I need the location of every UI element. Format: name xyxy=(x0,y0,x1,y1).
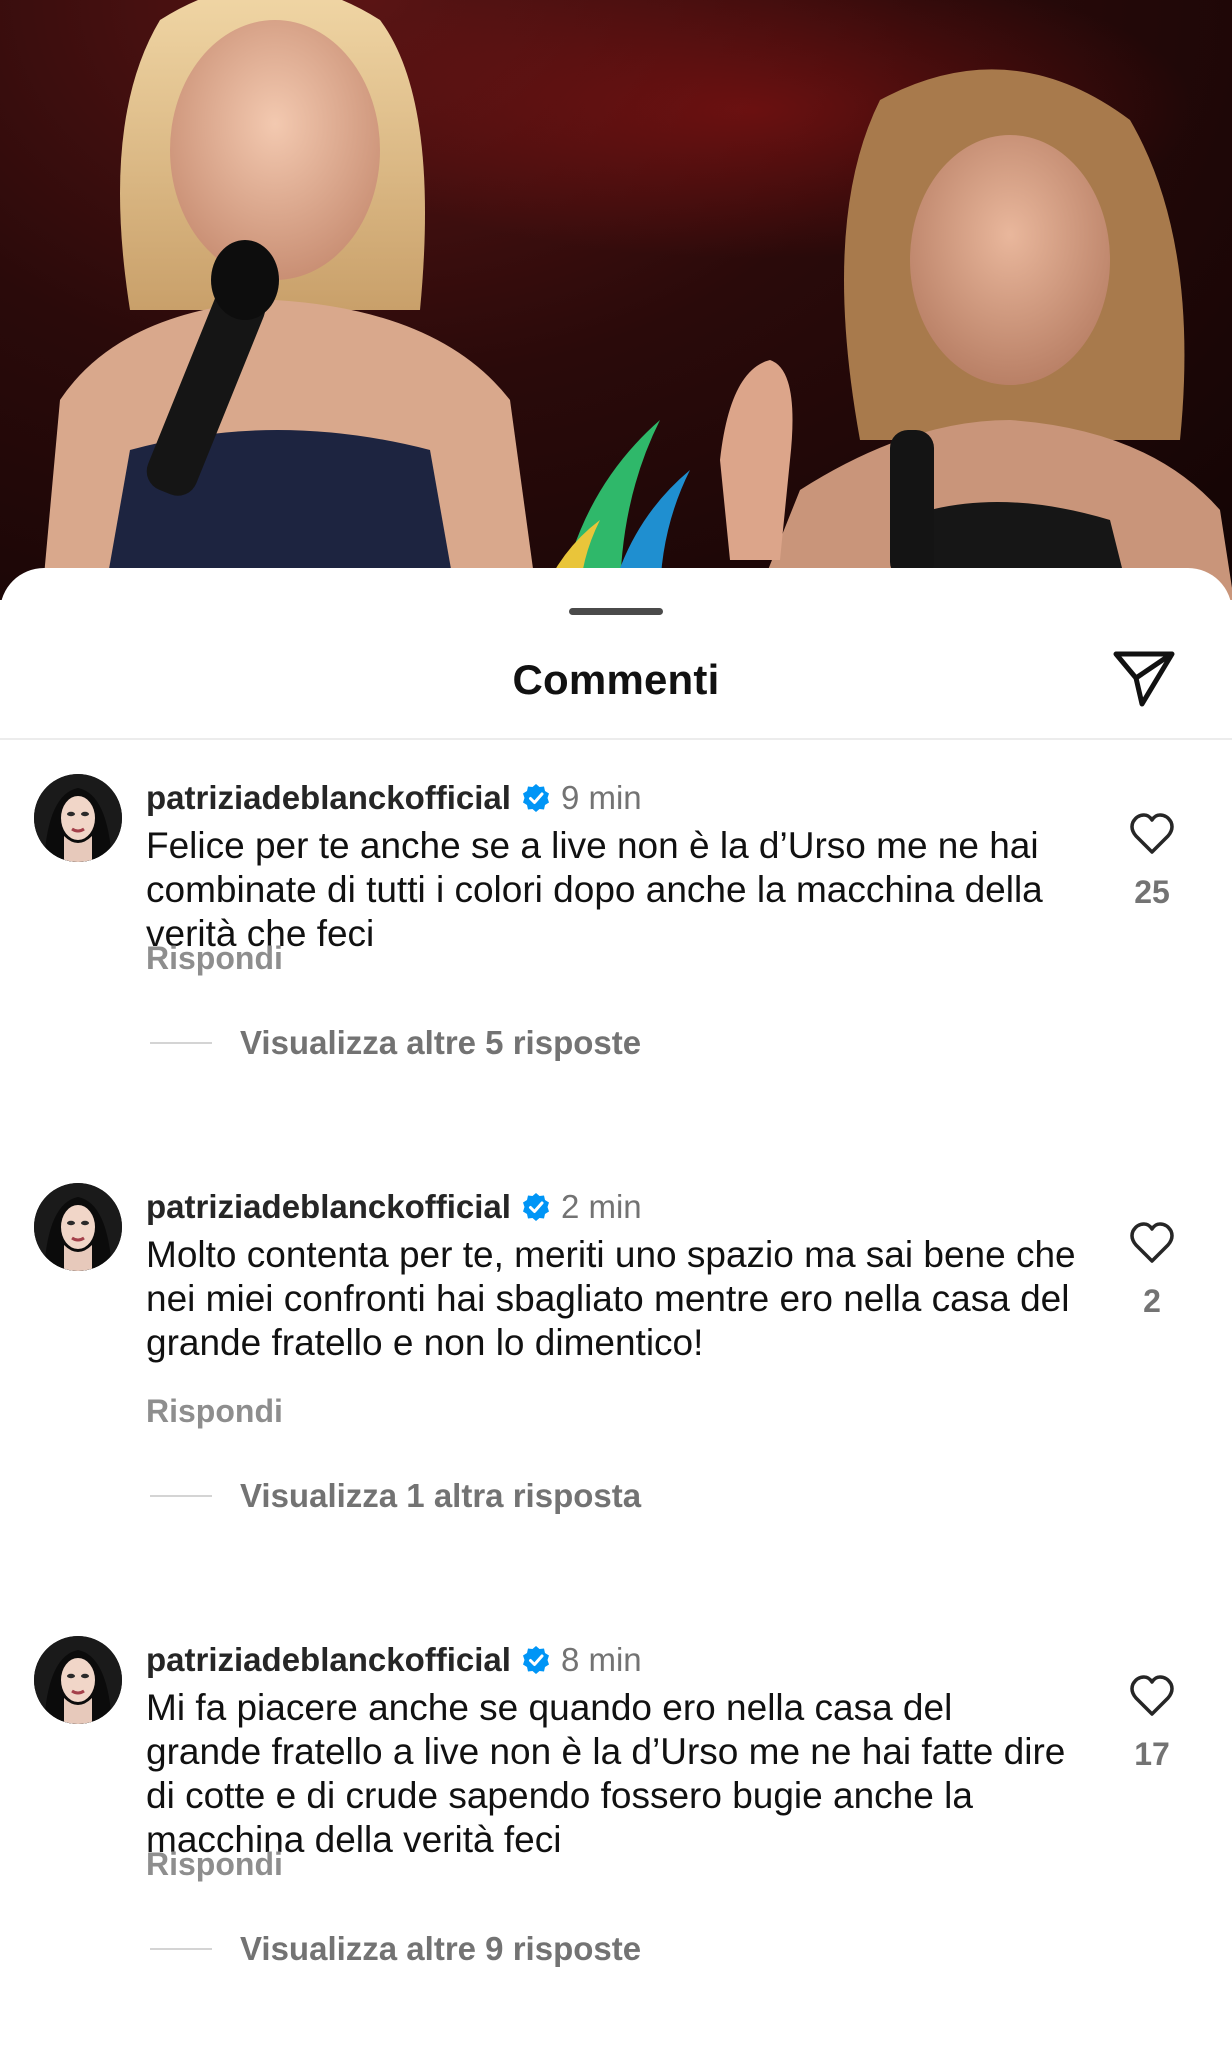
comment-time: 9 min xyxy=(560,779,642,816)
like-control: 25 xyxy=(1120,812,1184,911)
like-count: 17 xyxy=(1134,1736,1170,1772)
replies-divider-line xyxy=(150,1495,212,1497)
avatar[interactable] xyxy=(34,774,122,862)
like-control: 17 xyxy=(1120,1674,1184,1773)
like-count: 25 xyxy=(1134,874,1170,910)
user-photo xyxy=(34,774,122,862)
presenter-right-figure xyxy=(720,69,1232,600)
verified-badge-icon xyxy=(521,1645,551,1675)
comment-time: 2 min xyxy=(560,1188,642,1225)
comment-text: Felice per te anche se a live non è la d… xyxy=(146,825,1043,954)
avatar[interactable] xyxy=(34,1183,122,1271)
sheet-drag-handle[interactable] xyxy=(569,608,663,615)
reply-button[interactable]: Rispondi xyxy=(146,1393,283,1430)
view-replies-button[interactable]: Visualizza altre 9 risposte xyxy=(150,1930,641,1968)
replies-divider-line xyxy=(150,1042,212,1044)
view-replies-label: Visualizza altre 9 risposte xyxy=(240,1930,642,1967)
comment-header: patriziadeblanckofficial 8 min xyxy=(146,1640,642,1680)
like-count: 2 xyxy=(1143,1283,1161,1319)
view-replies-button[interactable]: Visualizza altre 5 risposte xyxy=(150,1024,641,1062)
heart-icon[interactable] xyxy=(1128,1674,1176,1718)
view-replies-button[interactable]: Visualizza 1 altra risposta xyxy=(150,1477,641,1515)
comment-header: patriziadeblanckofficial 2 min xyxy=(146,1187,642,1227)
username[interactable]: patriziadeblanckofficial xyxy=(146,779,511,817)
like-control: 2 xyxy=(1120,1221,1184,1320)
heart-icon[interactable] xyxy=(1128,1221,1176,1265)
comment-text: Molto contenta per te, meriti uno spazio… xyxy=(146,1234,1076,1363)
avatar[interactable] xyxy=(34,1636,122,1724)
user-photo xyxy=(34,1636,122,1724)
replies-divider-line xyxy=(150,1948,212,1950)
comment-text: Mi fa piacere anche se quando ero nella … xyxy=(146,1687,1066,1860)
user-photo xyxy=(34,1183,122,1271)
view-replies-label: Visualizza 1 altra risposta xyxy=(240,1477,642,1514)
header-divider xyxy=(0,738,1232,740)
reply-button[interactable]: Rispondi xyxy=(146,940,283,977)
comment-header: patriziadeblanckofficial 9 min xyxy=(146,778,642,818)
paper-plane-icon xyxy=(1113,651,1175,707)
username[interactable]: patriziadeblanckofficial xyxy=(146,1641,511,1679)
username[interactable]: patriziadeblanckofficial xyxy=(146,1188,511,1226)
reply-button[interactable]: Rispondi xyxy=(146,1846,283,1883)
share-button[interactable] xyxy=(1108,642,1180,714)
view-replies-label: Visualizza altre 5 risposte xyxy=(240,1024,642,1061)
sheet-title: Commenti xyxy=(512,656,720,703)
post-background-photo xyxy=(0,0,1232,600)
verified-badge-icon xyxy=(521,783,551,813)
verified-badge-icon xyxy=(521,1192,551,1222)
comments-sheet: Commenti patriziadeblanckofficial 9 min … xyxy=(0,568,1232,2046)
heart-icon[interactable] xyxy=(1128,812,1176,856)
presenter-left-figure xyxy=(41,0,538,600)
comment-time: 8 min xyxy=(560,1641,642,1678)
